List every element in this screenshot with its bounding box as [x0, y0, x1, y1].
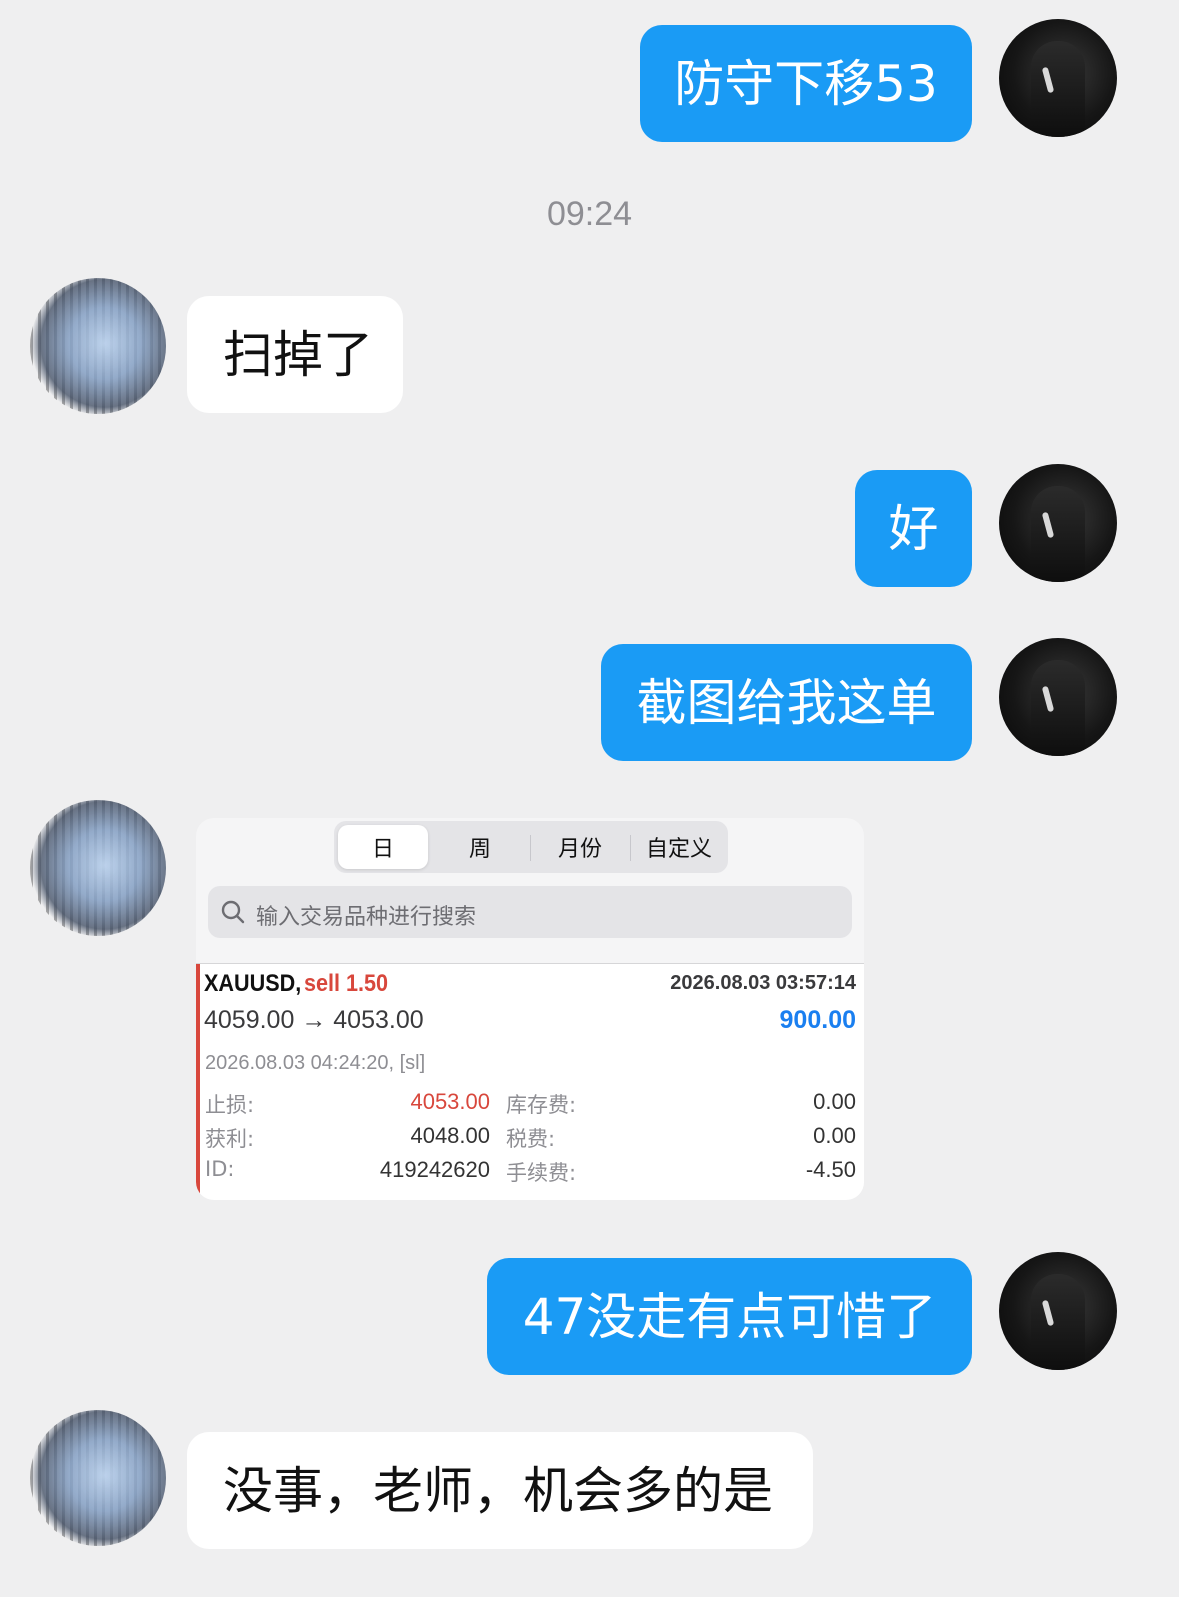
commission-label: 手续费: — [506, 1161, 577, 1185]
tax-value: 0.00 — [813, 1123, 856, 1148]
message-text: 截图给我这单 — [636, 673, 937, 732]
message-bubble-outgoing[interactable]: 防守下移53 — [640, 25, 972, 142]
sell-indicator-bar — [196, 964, 200, 1200]
contact-avatar[interactable] — [30, 800, 166, 936]
my-avatar[interactable] — [999, 1252, 1117, 1370]
trade-close-info: 2026.08.03 04:24:20, [sl] — [205, 1052, 426, 1074]
tab-custom[interactable]: 自定义 — [632, 821, 726, 873]
tax-label: 税费: — [506, 1127, 556, 1151]
timestamp: 09:24 — [546, 195, 633, 233]
trade-symbol: XAUUSD, — [204, 970, 302, 997]
message-bubble-incoming[interactable]: 扫掉了 — [187, 296, 403, 413]
stop-loss-value: 4053.00 — [410, 1089, 490, 1114]
commission-value: -4.50 — [805, 1157, 856, 1182]
contact-avatar[interactable] — [30, 278, 166, 414]
tab-day[interactable]: 日 — [338, 825, 428, 869]
message-text: 扫掉了 — [223, 325, 373, 384]
trade-direction: sell 1.50 — [304, 970, 389, 997]
tab-week[interactable]: 周 — [432, 821, 528, 873]
my-avatar[interactable] — [999, 638, 1117, 756]
message-bubble-incoming[interactable]: 没事，老师，机会多的是 — [187, 1432, 813, 1549]
my-avatar[interactable] — [999, 19, 1117, 137]
period-segmented-control: 日 周 月份 自定义 — [334, 821, 728, 873]
message-text: 没事，老师，机会多的是 — [223, 1461, 773, 1520]
trade-screenshot-card[interactable]: 日 周 月份 自定义 输入交易品种进行搜索 XAUUSD, sell 1.50 … — [196, 818, 864, 1200]
stop-loss-label: 止损: — [205, 1093, 255, 1117]
message-bubble-outgoing[interactable]: 好 — [855, 470, 972, 587]
search-input[interactable]: 输入交易品种进行搜索 — [208, 886, 852, 938]
search-icon — [221, 900, 245, 924]
trade-profit: 900.00 — [779, 1006, 856, 1034]
take-profit-label: 获利: — [205, 1127, 255, 1151]
message-bubble-outgoing[interactable]: 截图给我这单 — [601, 644, 972, 761]
message-text: 47没走有点可惜了 — [522, 1287, 937, 1346]
my-avatar[interactable] — [999, 464, 1117, 582]
search-placeholder: 输入交易品种进行搜索 — [256, 905, 477, 930]
contact-avatar[interactable] — [30, 1410, 166, 1546]
trade-record[interactable]: XAUUSD, sell 1.50 2026.08.03 03:57:14 40… — [196, 963, 864, 1200]
tab-month[interactable]: 月份 — [532, 821, 628, 873]
id-value: 419242620 — [379, 1157, 490, 1182]
message-bubble-outgoing[interactable]: 47没走有点可惜了 — [487, 1258, 972, 1375]
swap-label: 库存费: — [506, 1093, 577, 1117]
swap-value: 0.00 — [813, 1089, 856, 1114]
id-label: ID: — [205, 1157, 235, 1181]
take-profit-value: 4048.00 — [410, 1123, 490, 1148]
trade-prices: 4059.00 → 4053.00 — [204, 1006, 424, 1034]
message-text: 好 — [888, 499, 939, 558]
message-text: 防守下移53 — [674, 54, 938, 113]
trade-open-time: 2026.08.03 03:57:14 — [670, 972, 856, 994]
